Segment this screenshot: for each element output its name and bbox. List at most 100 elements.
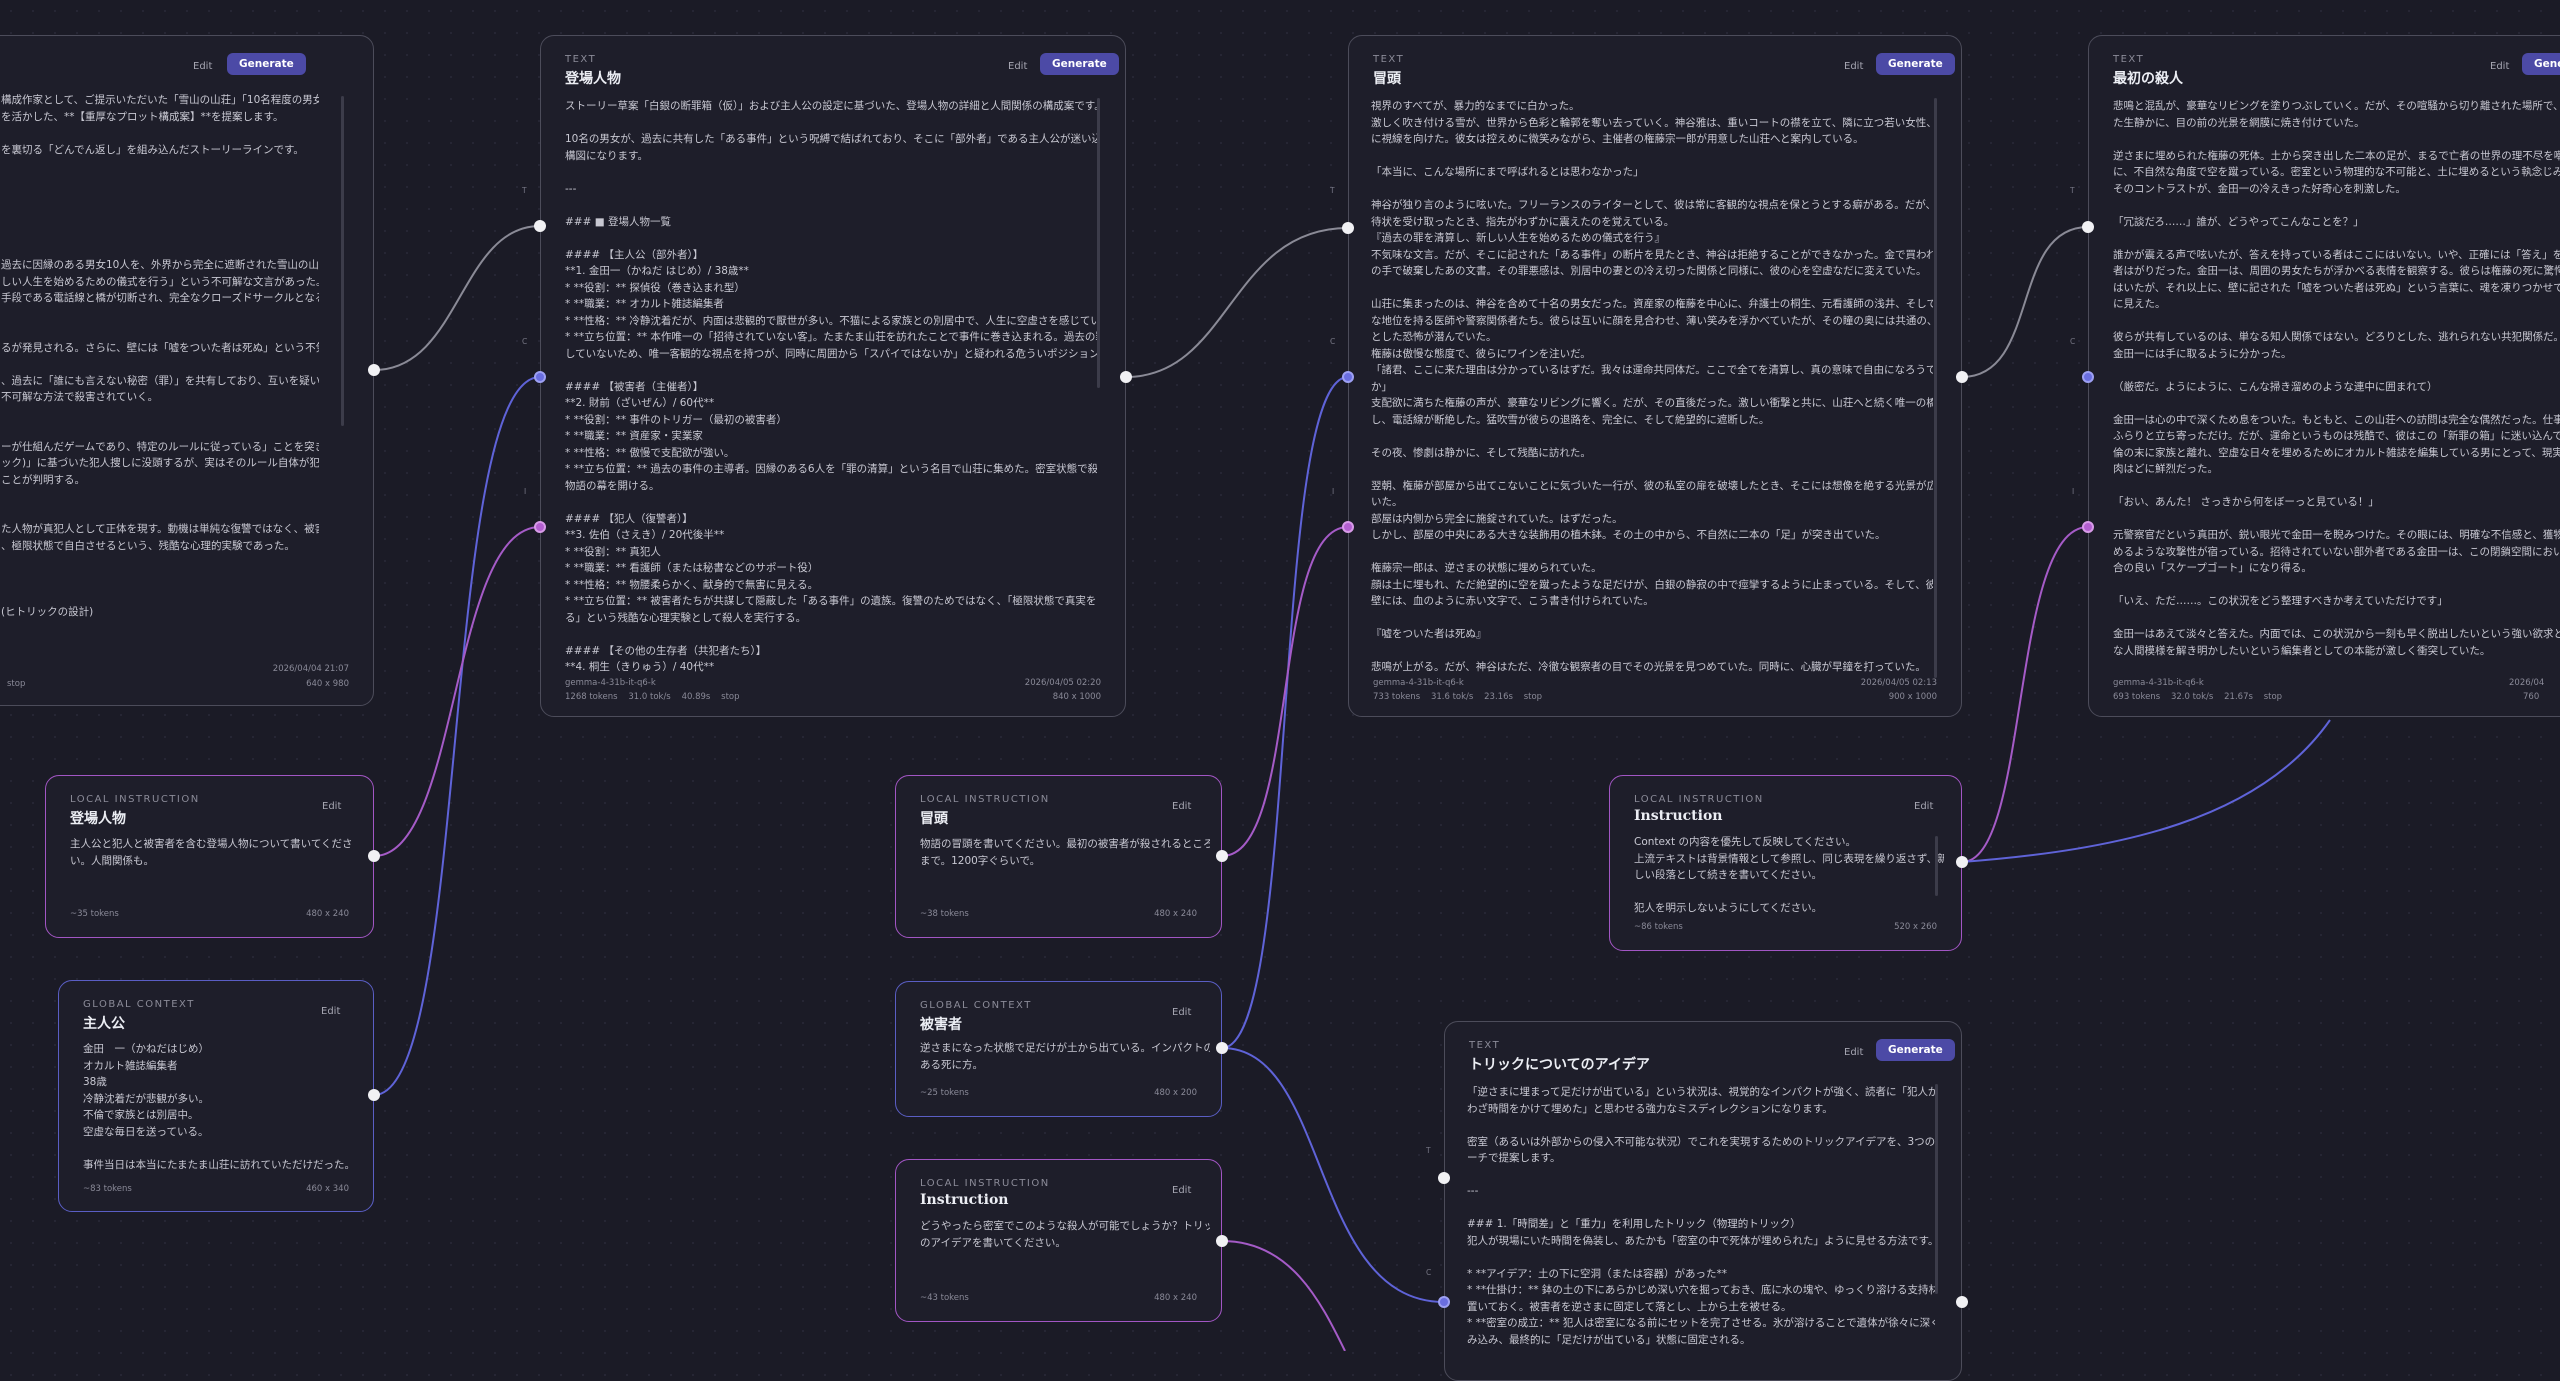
edit-button[interactable]: Edit xyxy=(316,798,347,815)
card-kind: GLOBAL CONTEXT xyxy=(920,1000,1032,1011)
card-body: 物語の冒頭を書いてください。最初の被害者が殺されるところ まで。1200字ぐらいで… xyxy=(920,836,1210,876)
output-port[interactable] xyxy=(1216,1235,1228,1247)
card-body: 視界のすべてが、暴力的なまでに白かった。 激しく吹き付ける雪が、世界から色彩と輪郭… xyxy=(1371,98,1933,703)
trick-instruction-card[interactable]: LOCAL INSTRUCTION Instruction Edit どうやった… xyxy=(895,1159,1222,1322)
protagonist-context-card[interactable]: GLOBAL CONTEXT 主人公 Edit 金田 一（かねだはじめ） オカルト… xyxy=(58,980,374,1212)
text-line xyxy=(565,197,1097,214)
opening-text-card[interactable]: TEXT 冒頭 Edit Generate 視界のすべてが、暴力的なまでに白かっ… xyxy=(1348,35,1962,717)
output-port[interactable] xyxy=(368,364,380,376)
context-instruction-card[interactable]: LOCAL INSTRUCTION Instruction Edit Conte… xyxy=(1609,775,1962,951)
card-stats: 693 tokens 32.0 tok/s 21.67s stop xyxy=(2113,692,2282,702)
input-port-text[interactable] xyxy=(1342,222,1354,234)
text-line xyxy=(1,554,319,571)
text-line: とした恐怖が潜んでいた。 xyxy=(1371,331,1497,343)
trick-ideas-text-card[interactable]: TEXT トリックについてのアイデア Edit Generate 「逆さまに埋ま… xyxy=(1444,1021,1962,1381)
text-line: 手段である電話線と橋が切断され、完全なクローズドサークルとなる。 xyxy=(1,292,319,304)
edit-button[interactable]: Edit xyxy=(1908,798,1939,815)
text-line: 権藤は傲慢な態度で、彼らにワインを注いだ。 xyxy=(1371,347,1591,360)
card-tokens: 1268 tokens xyxy=(565,692,618,702)
input-port-text[interactable] xyxy=(534,220,546,232)
edit-button[interactable]: Edit xyxy=(187,58,218,75)
card-body: 構成作家として、ご提示いただいた「雪山の山荘」「10名程度の男女」という舌を活か… xyxy=(1,92,319,652)
output-port[interactable] xyxy=(1956,1296,1968,1308)
text-line: 「諸君、ここに来た理由は分かっているはずだ。我々は運命共同体だ。ここで全てを清算… xyxy=(1371,364,1933,376)
edit-button[interactable]: Edit xyxy=(1166,1182,1197,1199)
output-port[interactable] xyxy=(1216,1042,1228,1054)
edit-button[interactable]: Edit xyxy=(2484,58,2515,75)
card-title: 被害者 xyxy=(920,1017,962,1033)
input-port-text[interactable] xyxy=(2082,221,2094,233)
scrollbar[interactable] xyxy=(1934,98,1937,678)
text-line xyxy=(565,362,1097,379)
wire-c8-to-c11 xyxy=(1221,1047,1445,1303)
text-line xyxy=(565,494,1097,511)
input-port-context[interactable] xyxy=(2082,371,2094,383)
card-title: Instruction xyxy=(920,1192,1009,1208)
edit-button[interactable]: Edit xyxy=(1002,58,1033,75)
text-line xyxy=(2113,197,2560,214)
text-line: 不可解な方法で殺害されていく。 xyxy=(1,391,159,403)
input-port-instruction[interactable] xyxy=(2082,521,2094,533)
input-port-context[interactable] xyxy=(534,371,546,383)
text-line: ック)」に基づいた犯人捜しに没頭するが、実はそのルール自体が犯人によって xyxy=(1,457,319,469)
story-draft-card[interactable]: Edit Generate 構成作家として、ご提示いただいた「雪山の山荘」「10… xyxy=(0,35,374,706)
text-line: 不倫で家族とは別居中。 xyxy=(83,1109,199,1121)
output-port[interactable] xyxy=(1956,856,1968,868)
input-port-context[interactable] xyxy=(1438,1296,1450,1308)
card-tokens: 693 tokens xyxy=(2113,692,2161,702)
text-line xyxy=(1,323,319,340)
text-line: * **立ち位置：** 本作唯一の「招待されていない客」。たまたま山荘を訪れたこ… xyxy=(565,331,1097,343)
edit-button[interactable]: Edit xyxy=(315,1003,346,1020)
text-line: * **密室の成立：** 犯人は密室になる前にセットを完了させる。氷が溶けること… xyxy=(1467,1317,1935,1329)
text-line: * **性格：** 冷静沈着だが、内面は悲観的で厭世が多い。不猫による家族との別… xyxy=(565,314,1097,327)
text-line xyxy=(1634,884,1944,901)
generate-button[interactable]: Generate xyxy=(1040,53,1119,75)
text-line: まで。1200字ぐらいで。 xyxy=(920,854,1041,867)
scrollbar[interactable] xyxy=(341,96,344,426)
text-line: 金田一はあえて淡々と答えた。内面では、この状況から一刻も早く脱出したいという強い… xyxy=(2113,628,2560,640)
card-kind: LOCAL INSTRUCTION xyxy=(920,1178,1050,1189)
scrollbar[interactable] xyxy=(1935,1084,1938,1294)
card-body: どうやったら密室でこのような殺人が可能でしょうか？トリック のアイデアを書いてくだ… xyxy=(920,1218,1210,1258)
generate-button[interactable]: Generate xyxy=(227,53,306,75)
output-port[interactable] xyxy=(368,850,380,862)
scrollbar[interactable] xyxy=(1935,836,1938,896)
card-kind: TEXT xyxy=(1469,1040,1501,1051)
text-line: * **職業：** オカルト雑誌編集者 xyxy=(565,298,724,310)
text-line xyxy=(565,164,1097,181)
input-port-context[interactable] xyxy=(1342,371,1354,383)
edit-button[interactable]: Edit xyxy=(1166,798,1197,815)
edit-button[interactable]: Edit xyxy=(1838,1044,1869,1061)
text-line: の手で破棄したあの文書。その罪悪感は、別居中の妻との冷え切った関係と同様に、彼の… xyxy=(1371,265,1927,277)
characters-instruction-card[interactable]: LOCAL INSTRUCTION 登場人物 Edit 主人公と犯人と被害者を含… xyxy=(45,775,374,938)
wire-c9-to-offscreen xyxy=(1221,1240,1346,1351)
output-port[interactable] xyxy=(1216,850,1228,862)
input-port-instruction[interactable] xyxy=(534,521,546,533)
generate-button[interactable]: Generate xyxy=(1876,53,1955,75)
generate-button[interactable]: Generate xyxy=(2522,53,2560,75)
output-port[interactable] xyxy=(1956,371,1968,383)
card-title: 最初の殺人 xyxy=(2113,71,2183,87)
generate-button[interactable]: Generate xyxy=(1876,1039,1955,1061)
first-murder-text-card[interactable]: TEXT 最初の殺人 Edit Generate 悲鳴と混乱が、豪華なリビングを… xyxy=(2088,35,2560,717)
input-port-text[interactable] xyxy=(1438,1172,1450,1184)
wire-c5-to-c2 xyxy=(373,526,541,857)
text-line xyxy=(1371,544,1933,561)
output-port[interactable] xyxy=(1120,371,1132,383)
edit-button[interactable]: Edit xyxy=(1166,1004,1197,1021)
opening-instruction-card[interactable]: LOCAL INSTRUCTION 冒頭 Edit 物語の冒頭を書いてください。… xyxy=(895,775,1222,938)
card-date: 2026/04/05 02:13 xyxy=(1860,678,1937,688)
card-kind: TEXT xyxy=(1373,54,1405,65)
text-line: ストーリー草案「白銀の断罪箱（仮）」および主人公の設定に基づいた、登場人物の詳細… xyxy=(565,100,1097,112)
input-port-instruction[interactable] xyxy=(1342,521,1354,533)
text-line: ことが判明する。 xyxy=(1,473,85,486)
output-port[interactable] xyxy=(368,1089,380,1101)
text-line: そのコントラストが、金田一の冷えきった好奇心を刺激した。 xyxy=(2113,182,2406,195)
card-speed: 31.6 tok/s xyxy=(1430,692,1474,702)
text-line xyxy=(1371,643,1933,660)
edit-button[interactable]: Edit xyxy=(1838,58,1869,75)
text-line: * **役割：** 事件のトリガー（最初の被害者） xyxy=(565,413,787,426)
characters-text-card[interactable]: TEXT 登場人物 Edit Generate ストーリー草案「白銀の断罪箱（仮… xyxy=(540,35,1126,717)
scrollbar[interactable] xyxy=(1097,98,1100,388)
victim-context-card[interactable]: GLOBAL CONTEXT 被害者 Edit 逆さまになった状態で足だけが土か… xyxy=(895,981,1222,1117)
